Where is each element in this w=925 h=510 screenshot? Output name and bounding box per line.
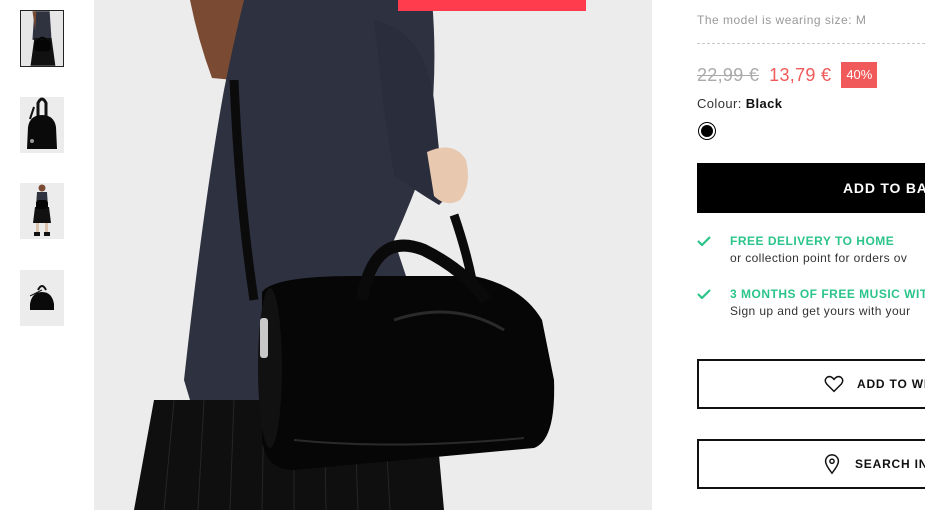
thumbnail-2[interactable]	[20, 97, 64, 153]
add-to-wishlist-label: ADD TO WIS	[857, 377, 925, 391]
thumbnail-3[interactable]	[20, 183, 64, 239]
add-to-wishlist-button[interactable]: ADD TO WIS	[697, 359, 925, 409]
search-in-store-button[interactable]: SEARCH IN	[697, 439, 925, 489]
thumbnail-4[interactable]	[20, 270, 64, 326]
benefit-desc: or collection point for orders ov	[730, 251, 908, 265]
swatch-fill	[701, 125, 713, 137]
benefit-title: 3 MONTHS OF FREE MUSIC WITH T	[730, 287, 925, 301]
old-price: 22,99 €	[697, 64, 760, 85]
price-row: 22,99 € 13,79 € 40%	[697, 62, 878, 88]
add-to-basket-label: ADD TO BAS	[843, 180, 925, 196]
colour-label: Colour: Black	[697, 96, 782, 111]
benefit-title: FREE DELIVERY TO HOME	[730, 234, 895, 248]
thumbnail-gallery	[0, 0, 90, 510]
thumbnail-1[interactable]	[20, 10, 64, 67]
heart-icon	[824, 375, 844, 393]
check-icon	[697, 289, 711, 299]
model-size-text: The model is wearing size: M	[697, 13, 867, 27]
image-accent-bar	[398, 0, 586, 11]
divider	[697, 43, 925, 44]
discount-badge: 40%	[841, 62, 878, 88]
search-in-store-label: SEARCH IN	[855, 457, 925, 471]
benefit-desc: Sign up and get yours with your	[730, 304, 911, 318]
location-pin-icon	[824, 454, 840, 475]
check-icon	[697, 236, 711, 246]
sale-price: 13,79 €	[769, 64, 832, 85]
add-to-basket-button[interactable]: ADD TO BAS	[697, 163, 925, 213]
colour-value: Black	[745, 96, 783, 111]
main-product-image[interactable]	[94, 0, 652, 510]
colour-swatch-black[interactable]	[698, 122, 716, 140]
product-info-panel: The model is wearing size: M 22,99 € 13,…	[697, 0, 925, 510]
colour-label-text: Colour:	[697, 96, 742, 111]
